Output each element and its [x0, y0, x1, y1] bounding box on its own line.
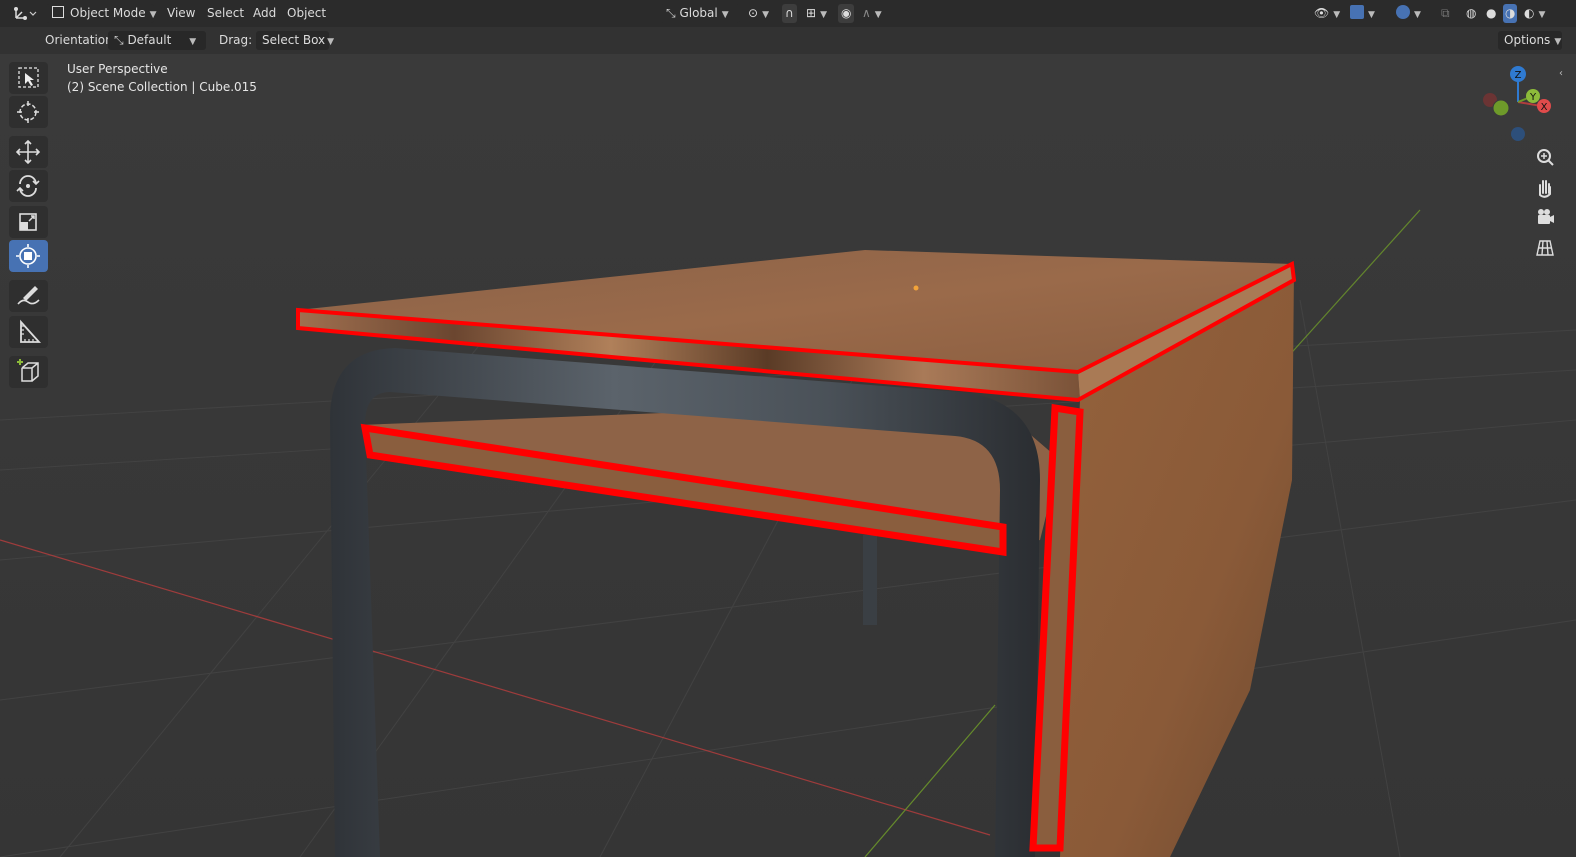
overlay-icon	[1396, 5, 1410, 19]
transform-orientation-label: Global	[679, 6, 718, 20]
rendered-sphere-icon: ◐	[1524, 6, 1535, 20]
tool-annotate[interactable]	[9, 280, 48, 312]
editor-type-button[interactable]	[12, 4, 38, 23]
collection-info: (2) Scene Collection | Cube.015	[67, 80, 257, 94]
chevron-down-icon: ▼	[874, 10, 882, 20]
snap-target-button[interactable]: ⊞ ▼	[806, 4, 827, 23]
falloff-button[interactable]: ∧ ▼	[862, 4, 882, 23]
pivot-point-button[interactable]: ⊙ ▼	[748, 4, 769, 23]
pivot-icon: ⊙	[748, 6, 759, 20]
chevron-down-icon: ▼	[189, 37, 197, 47]
chevron-down-icon: ▼	[1414, 10, 1421, 20]
chevron-down-icon: ▼	[820, 10, 827, 20]
mode-dropdown[interactable]: Object Mode ▼	[46, 4, 157, 23]
visibility-button[interactable]: 👁 ▼	[1314, 4, 1340, 23]
transform-orientation-dropdown[interactable]: ⤡ Global ▼	[660, 4, 740, 23]
zoom-icon	[1537, 149, 1554, 166]
annotate-icon	[17, 286, 40, 305]
orientation-icon: ⤡	[114, 33, 124, 47]
shading-rendered[interactable]: ◐ ▼	[1524, 4, 1545, 23]
header-bar: Object Mode ▼ View Select Add Object ⤡ Gl…	[0, 0, 1576, 27]
hand-icon	[1539, 180, 1551, 198]
menu-object[interactable]: Object	[287, 4, 326, 23]
menu-add[interactable]: Add	[253, 4, 276, 23]
drag-label: Drag:	[219, 33, 253, 47]
solid-sphere-icon: ●	[1486, 6, 1497, 20]
perspective-toggle-button[interactable]	[1532, 235, 1558, 261]
options-dropdown[interactable]: Options ▼	[1498, 31, 1562, 50]
snap-grid-icon: ⊞	[806, 6, 817, 20]
proportional-icon: ◉	[841, 6, 852, 20]
overlays-toggle[interactable]: ▼	[1396, 4, 1421, 23]
sidebar-toggle-icon[interactable]: ‹	[1559, 68, 1563, 79]
add-cube-icon	[17, 359, 39, 382]
axis-editor-icon	[14, 7, 37, 20]
xray-icon: ⧉	[1441, 6, 1450, 20]
eye-icon: 👁	[1314, 6, 1330, 20]
shading-material[interactable]: ◑	[1503, 4, 1518, 23]
navigation-gizmo[interactable]: Z Y X	[1476, 62, 1566, 152]
tool-cursor[interactable]	[9, 96, 48, 128]
tool-transform[interactable]	[9, 240, 48, 272]
gizmo-y-label: Y	[1529, 92, 1537, 103]
transform-icon	[16, 244, 40, 268]
falloff-icon: ∧	[862, 6, 871, 20]
grid-perspective-icon	[1536, 240, 1554, 256]
menu-view[interactable]: View	[167, 4, 195, 23]
chevron-down-icon: ▼	[327, 37, 335, 47]
snap-toggle[interactable]: ∩	[782, 4, 797, 23]
chevron-down-icon: ▼	[1554, 37, 1562, 47]
chevron-down-icon: ▼	[1333, 10, 1341, 20]
tool-rotate[interactable]	[9, 170, 48, 202]
proportional-edit-toggle[interactable]: ◉	[838, 4, 855, 23]
tool-add-cube[interactable]	[9, 356, 48, 388]
perspective-label: User Perspective	[67, 62, 168, 76]
viewport-scene	[0, 54, 1576, 857]
chevron-down-icon: ▼	[149, 10, 157, 20]
tool-scale[interactable]	[9, 206, 48, 238]
scale-icon	[19, 213, 37, 231]
tool-select-box[interactable]	[9, 62, 48, 94]
orientation-dropdown[interactable]: ⤡ Default ▼	[108, 31, 206, 50]
3d-viewport[interactable]: User Perspective (2) Scene Collection | …	[0, 54, 1576, 857]
camera-icon	[1538, 209, 1554, 224]
chevron-down-icon: ▼	[1538, 10, 1546, 20]
measure-icon	[20, 319, 42, 343]
rotate-icon	[16, 175, 40, 197]
gizmo-toggle[interactable]: ▼	[1350, 4, 1375, 23]
gizmo-icon	[1350, 5, 1364, 19]
chevron-down-icon: ▼	[762, 10, 769, 20]
menu-select[interactable]: Select	[207, 4, 244, 23]
object-mode-icon	[52, 6, 64, 18]
move-icon	[15, 139, 41, 165]
drag-value: Select Box	[262, 33, 326, 47]
orientation-icon: ⤡	[666, 6, 676, 20]
select-box-icon	[18, 67, 39, 88]
tool-move[interactable]	[9, 136, 48, 168]
magnet-icon: ∩	[785, 6, 794, 20]
material-sphere-icon: ◑	[1505, 6, 1516, 20]
shading-solid[interactable]: ●	[1486, 4, 1496, 23]
mode-label: Object Mode	[70, 6, 146, 20]
options-label: Options	[1504, 33, 1551, 47]
wireframe-sphere-icon: ◍	[1466, 6, 1477, 20]
orientation-value: Default	[127, 33, 172, 47]
chevron-down-icon: ▼	[721, 10, 729, 20]
orientation-label: Orientation:	[45, 33, 117, 47]
pan-button[interactable]	[1532, 175, 1558, 201]
gizmo-z-label: Z	[1515, 70, 1522, 81]
drag-dropdown[interactable]: Select Box ▼	[256, 31, 334, 50]
gizmo-x-label: X	[1541, 102, 1548, 113]
tool-measure[interactable]	[9, 316, 48, 348]
tool-settings-bar: Orientation: ⤡ Default ▼ Drag: Select Box…	[0, 27, 1576, 54]
chevron-down-icon: ▼	[1368, 10, 1375, 20]
zoom-button[interactable]	[1532, 145, 1558, 171]
cursor-icon	[17, 101, 39, 123]
xray-toggle[interactable]: ⧉	[1441, 4, 1450, 23]
shading-wireframe[interactable]: ◍	[1466, 4, 1476, 23]
camera-view-button[interactable]	[1532, 205, 1558, 231]
